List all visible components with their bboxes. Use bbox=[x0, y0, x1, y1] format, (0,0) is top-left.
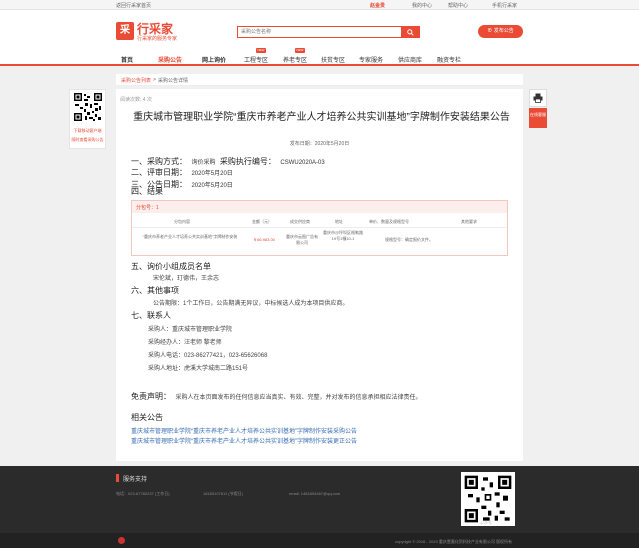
print-button[interactable] bbox=[529, 89, 547, 107]
table-divider bbox=[132, 227, 507, 228]
page-title: 重庆城市管理职业学院“重庆市养老产业人才培养公共实训基地”字牌制作安装结果公告 bbox=[133, 112, 510, 123]
disclaimer-label: 免责声明： bbox=[131, 392, 171, 401]
section-result-title: 四、结果 bbox=[131, 187, 163, 196]
disclaimer: 免责声明： 采购人在本页面发布的任何信息应当真实、有效、完整，并对发布的信息承担… bbox=[131, 386, 421, 404]
breadcrumb: 采购公告列表 > 采购公告详情 bbox=[116, 74, 523, 86]
table-header: 其他要求 bbox=[461, 219, 477, 224]
search-bar bbox=[237, 26, 420, 38]
table-header: 金额（元） bbox=[252, 219, 272, 224]
result-table: 分包号：1 分包内容 金额（元） 成交供应商 地址 单价、数量及规格型号 其他要… bbox=[131, 200, 508, 256]
package-number: 分包号：1 bbox=[132, 201, 507, 213]
other-matters: 公告期限：1个工作日，公告期满无异议，中标候选人成为本项目供应商。 bbox=[153, 301, 349, 307]
footer-copyright: copyright © 2016 - 2019 重庆壹墨化贸科技产业有限公司 版… bbox=[395, 539, 512, 544]
footer-accent bbox=[116, 474, 119, 482]
cell-amount: ￥66,983.00 bbox=[253, 237, 275, 242]
new-badge: NEW bbox=[295, 48, 305, 53]
section-contact-title: 七、联系人 bbox=[131, 311, 171, 320]
nav-announcements[interactable]: 采购公告 bbox=[158, 55, 182, 64]
mobile-link[interactable]: 手机行采家 bbox=[492, 2, 517, 9]
panel-members: 宋伦斌，玎德伟，王余志 bbox=[153, 276, 220, 282]
main-nav: 首页 采购公告 网上询价 工程专区 NEW 养老专区 NEW 扶贫专区 专家服务… bbox=[0, 48, 639, 66]
top-bar: 返回行采家首页 赵金贵 我的中心 帮助中心 手机行采家 bbox=[0, 0, 639, 10]
contact-phone: 采购人电话：023-86277421，023-65626068 bbox=[148, 353, 268, 359]
section-panel-title: 五、询价小组成员名单 bbox=[131, 262, 211, 271]
contact-address: 采购人地址：虎溪大学城南二路151号 bbox=[148, 366, 249, 372]
table-header: 单价、数量及规格型号 bbox=[369, 219, 409, 224]
qr-code-icon bbox=[464, 475, 512, 523]
table-header: 地址 bbox=[335, 219, 343, 224]
footer-phone2: 18183107611 (节假日) bbox=[203, 491, 243, 496]
logo-icon[interactable]: 采 bbox=[116, 22, 134, 40]
footer-public-account: 公众号 bbox=[480, 520, 492, 525]
footer-email[interactable]: email: 1481894467@qq.com bbox=[289, 491, 340, 496]
nav-poverty[interactable]: 扶贫专区 bbox=[321, 55, 345, 64]
cell-supplier: 重庆市云图广告有限公司 bbox=[286, 234, 318, 245]
nav-experts[interactable]: 专家服务 bbox=[359, 55, 383, 64]
printer-icon bbox=[533, 93, 543, 103]
nav-finance[interactable]: 融资专栏 bbox=[437, 55, 461, 64]
contact-handler: 采购经办人：汪老师 黎老师 bbox=[148, 340, 222, 346]
related-link[interactable]: 重庆城市管理职业学院“重庆市养老产业人才培养公共实训基地”字牌制作安装更正公告 bbox=[131, 436, 357, 445]
logo-slogan: 行采家的服务专家 bbox=[137, 36, 178, 42]
right-toolbar: 在线客服 bbox=[529, 89, 547, 129]
table-header: 成交供应商 bbox=[290, 219, 310, 224]
search-button[interactable] bbox=[401, 27, 419, 37]
related-title: 相关公告 bbox=[131, 413, 163, 422]
table-header: 分包内容 bbox=[174, 219, 190, 224]
nav-inquiry[interactable]: 网上询价 bbox=[202, 55, 226, 64]
cell-spec: 规格型号：确定报价文件。 bbox=[385, 237, 433, 242]
contact-purchaser: 采购人：重庆城市管理职业学院 bbox=[148, 327, 233, 333]
exec-no-value: CSWU2020A-03 bbox=[280, 160, 325, 166]
publish-button[interactable]: ⊕ 发布公告 bbox=[478, 25, 523, 38]
view-count: 阅读次数: 4 次 bbox=[120, 97, 152, 103]
breadcrumb-list-link[interactable]: 采购公告列表 bbox=[121, 77, 151, 84]
footer-phone1: 电话：023-67782237 (工作日) bbox=[116, 491, 170, 496]
section-other-title: 六、其他事项 bbox=[131, 286, 179, 295]
police-badge-icon bbox=[118, 537, 125, 544]
disclaimer-text: 采购人在本页面发布的任何信息应当真实、有效、完整，并对发布的信息承担相应法律责任… bbox=[175, 395, 422, 401]
footer-service-title: 服务支持 bbox=[123, 477, 148, 483]
announce-date-value: 2020年5月20日 bbox=[191, 183, 233, 189]
nav-home[interactable]: 首页 bbox=[121, 55, 133, 64]
download-caption: 下载移动客户端 bbox=[73, 128, 102, 133]
cell-content: “重庆市养老产业人才培养公共实训基地”字牌制作安装 bbox=[142, 234, 238, 239]
home-link[interactable]: 返回行采家首页 bbox=[116, 2, 151, 9]
online-service-button[interactable]: 在线客服 bbox=[529, 108, 547, 128]
publish-date: 发布日期：2020年5月20日 bbox=[289, 141, 350, 147]
nav-suppliers[interactable]: 供应商库 bbox=[398, 55, 422, 64]
footer-bottom bbox=[0, 533, 639, 548]
breadcrumb-separator: > bbox=[153, 77, 156, 83]
cell-address: 重庆市沙坪坝区格勒路19号1幢10-1 bbox=[323, 230, 363, 241]
app-download-panel[interactable]: 下载移动客户端 随时查看采购公告 bbox=[69, 89, 106, 149]
nav-elderly[interactable]: 养老专区 bbox=[283, 55, 307, 64]
my-center-link[interactable]: 我的中心 bbox=[412, 2, 432, 9]
city-selector[interactable]: 赵金贵 bbox=[370, 2, 385, 9]
related-link[interactable]: 重庆城市管理职业学院“重庆市养老产业人才培养公共实训基地”字牌制作安装采购公告 bbox=[131, 426, 357, 435]
nav-engineering[interactable]: 工程专区 bbox=[244, 55, 268, 64]
download-caption-2: 随时查看采购公告 bbox=[71, 137, 104, 142]
breadcrumb-current: 采购公告详情 bbox=[158, 78, 189, 84]
footer-qr-code bbox=[461, 472, 515, 526]
qr-code-icon bbox=[72, 92, 103, 122]
new-badge: NEW bbox=[256, 48, 266, 53]
help-center-link[interactable]: 帮助中心 bbox=[448, 2, 468, 9]
publish-label: 发布公告 bbox=[493, 28, 514, 34]
search-input[interactable] bbox=[238, 27, 402, 37]
search-icon bbox=[406, 28, 414, 36]
